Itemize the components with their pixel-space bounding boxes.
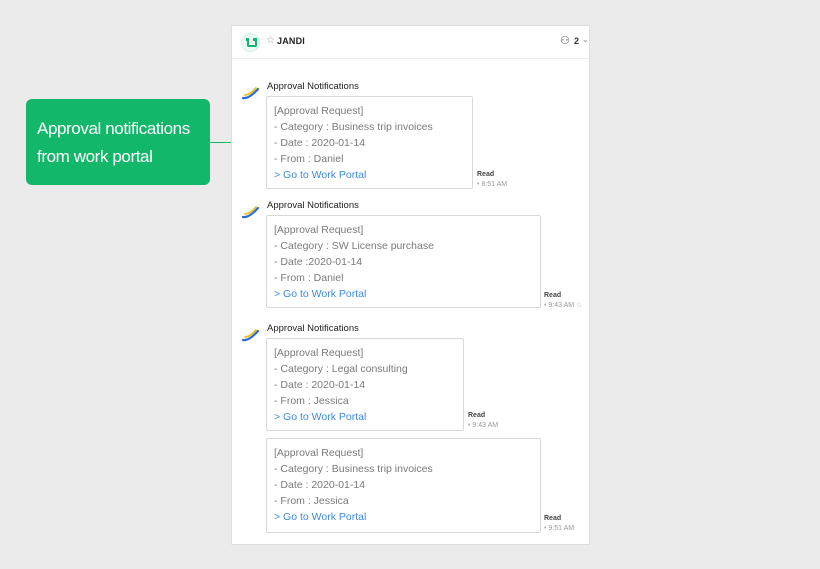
message-line: [Approval Request]: [274, 347, 364, 359]
callout-box: Approval notifications from work portal: [26, 99, 210, 185]
star-icon[interactable]: ☆: [574, 302, 582, 309]
message-meta: Read • 9:43 AM ☆: [544, 292, 583, 309]
message-line: - From : Daniel: [274, 153, 344, 165]
callout-line2: from work portal: [37, 147, 153, 166]
bot-avatar-icon[interactable]: [241, 202, 261, 222]
work-portal-link[interactable]: > Go to Work Portal: [274, 409, 463, 425]
room-icon[interactable]: [241, 33, 260, 52]
bot-avatar-icon[interactable]: [241, 325, 261, 345]
message-line: [Approval Request]: [274, 224, 364, 236]
message-time: 8:51 AM: [481, 181, 508, 188]
read-status: Read: [468, 412, 486, 419]
work-portal-link[interactable]: > Go to Work Portal: [274, 286, 540, 302]
message-line: - Date : 2020-01-14: [274, 379, 366, 391]
message-line: - Category : Business trip invoices: [274, 463, 433, 475]
message-line: - Date : 2020-01-14: [274, 137, 366, 149]
message-meta: Read • 9:43 AM: [468, 412, 499, 429]
bot-avatar-icon[interactable]: [241, 83, 261, 103]
message-line: [Approval Request]: [274, 105, 364, 117]
read-status: Read: [544, 515, 562, 522]
work-portal-link[interactable]: > Go to Work Portal: [274, 167, 472, 183]
callout-line1: Approval notifications: [37, 119, 190, 138]
message-card: [Approval Request] - Category : Legal co…: [266, 338, 464, 431]
chat-window: ☆ JANDI ⚇ 2 ⌄ Approval Notifications [Ap…: [231, 25, 590, 545]
read-status: Read: [544, 292, 562, 299]
message-line: - Date :2020-01-14: [274, 256, 363, 268]
message-line: - Category : SW License purchase: [274, 240, 434, 252]
message-sender: Approval Notifications: [267, 81, 359, 92]
message-card: [Approval Request] - Category : Business…: [266, 96, 473, 189]
chevron-down-icon[interactable]: ⌄: [582, 35, 589, 44]
message-time: 9:43 AM: [548, 302, 575, 309]
read-status: Read: [477, 171, 495, 178]
message-sender: Approval Notifications: [267, 323, 359, 334]
work-portal-link[interactable]: > Go to Work Portal: [274, 509, 540, 525]
message-meta: Read • 9:51 AM: [544, 515, 575, 532]
message-line: - Date : 2020-01-14: [274, 479, 366, 491]
message-line: - From : Daniel: [274, 272, 344, 284]
message-line: [Approval Request]: [274, 447, 364, 459]
message-line: - From : Jessica: [274, 495, 349, 507]
message-time: 9:43 AM: [472, 422, 499, 429]
message-meta: Read • 8:51 AM: [477, 171, 508, 188]
room-title: JANDI: [277, 36, 306, 46]
message-line: - Category : Legal consulting: [274, 363, 408, 375]
star-icon[interactable]: ☆: [266, 35, 275, 46]
message-card: [Approval Request] - Category : Business…: [266, 438, 541, 533]
chat-header: ☆ JANDI ⚇ 2 ⌄: [232, 26, 589, 59]
members-icon[interactable]: ⚇: [560, 34, 570, 47]
member-count[interactable]: 2: [574, 36, 579, 46]
message-card: [Approval Request] - Category : SW Licen…: [266, 215, 541, 308]
message-line: - From : Jessica: [274, 395, 349, 407]
message-line: - Category : Business trip invoices: [274, 121, 433, 133]
message-sender: Approval Notifications: [267, 200, 359, 211]
message-time: 9:51 AM: [548, 525, 575, 532]
